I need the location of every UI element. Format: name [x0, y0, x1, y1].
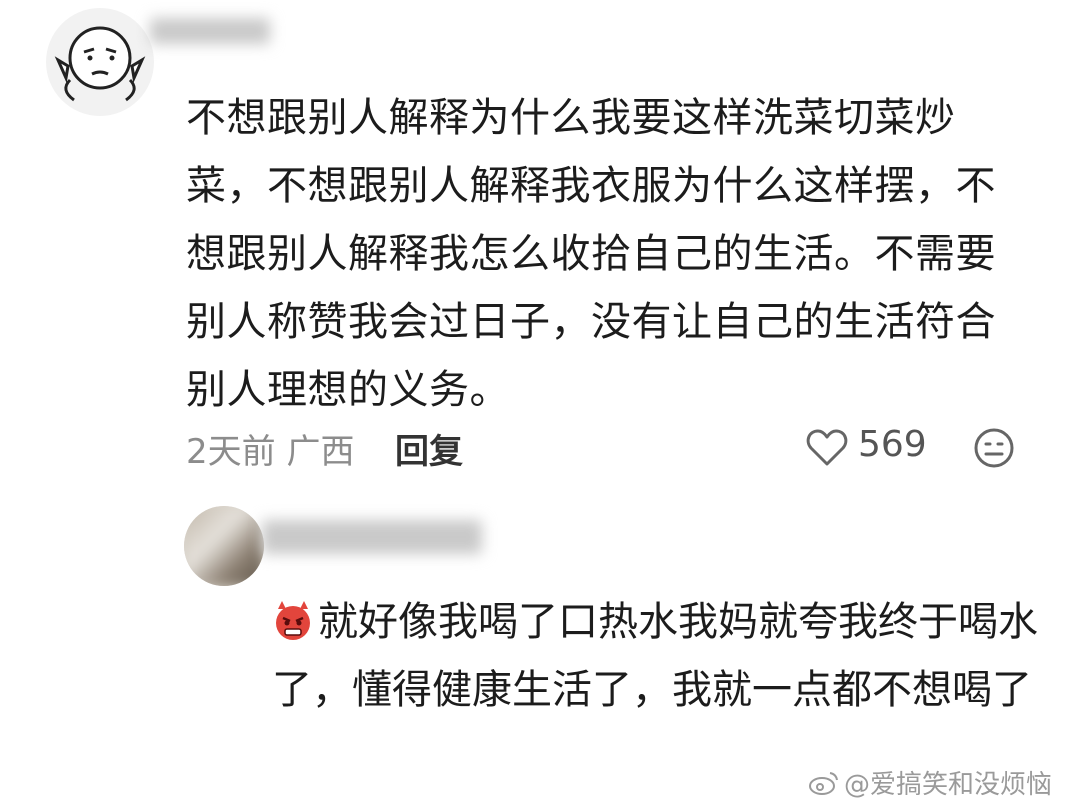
- sub-avatar[interactable]: [184, 506, 264, 586]
- watermark-text: @爱搞笑和没烦恼: [844, 770, 1053, 800]
- sub-comment: 就好像我喝了口热水我妈就夸我终于喝水了，懂得健康生活了，我就一点都不想喝了: [272, 588, 1042, 724]
- reply-button[interactable]: 回复: [395, 424, 463, 473]
- angry-devil-emoji: [276, 601, 310, 640]
- comment-text: 不想跟别人解释为什么我要这样洗菜切菜炒菜，不想跟别人解释我衣服为什么这样摆，不想…: [186, 95, 996, 413]
- weibo-icon: [809, 771, 838, 795]
- comment-time-location: 2天前 广西: [186, 432, 355, 472]
- like-count: 569: [858, 424, 927, 465]
- shrug-face-icon: [54, 26, 146, 102]
- watermark: @爱搞笑和没烦恼: [808, 764, 1052, 801]
- avatar[interactable]: [46, 8, 154, 116]
- sub-username-redacted[interactable]: [262, 520, 482, 554]
- reaction-button[interactable]: [972, 426, 1016, 474]
- sub-comment-text: 就好像我喝了口热水我妈就夸我终于喝水了，懂得健康生活了，我就一点都不想喝了: [272, 599, 1038, 713]
- like-button[interactable]: 569: [806, 424, 927, 474]
- smiley-outline-icon: [974, 428, 1014, 468]
- username-redacted[interactable]: [150, 18, 270, 44]
- heart-outline-icon: [806, 429, 848, 466]
